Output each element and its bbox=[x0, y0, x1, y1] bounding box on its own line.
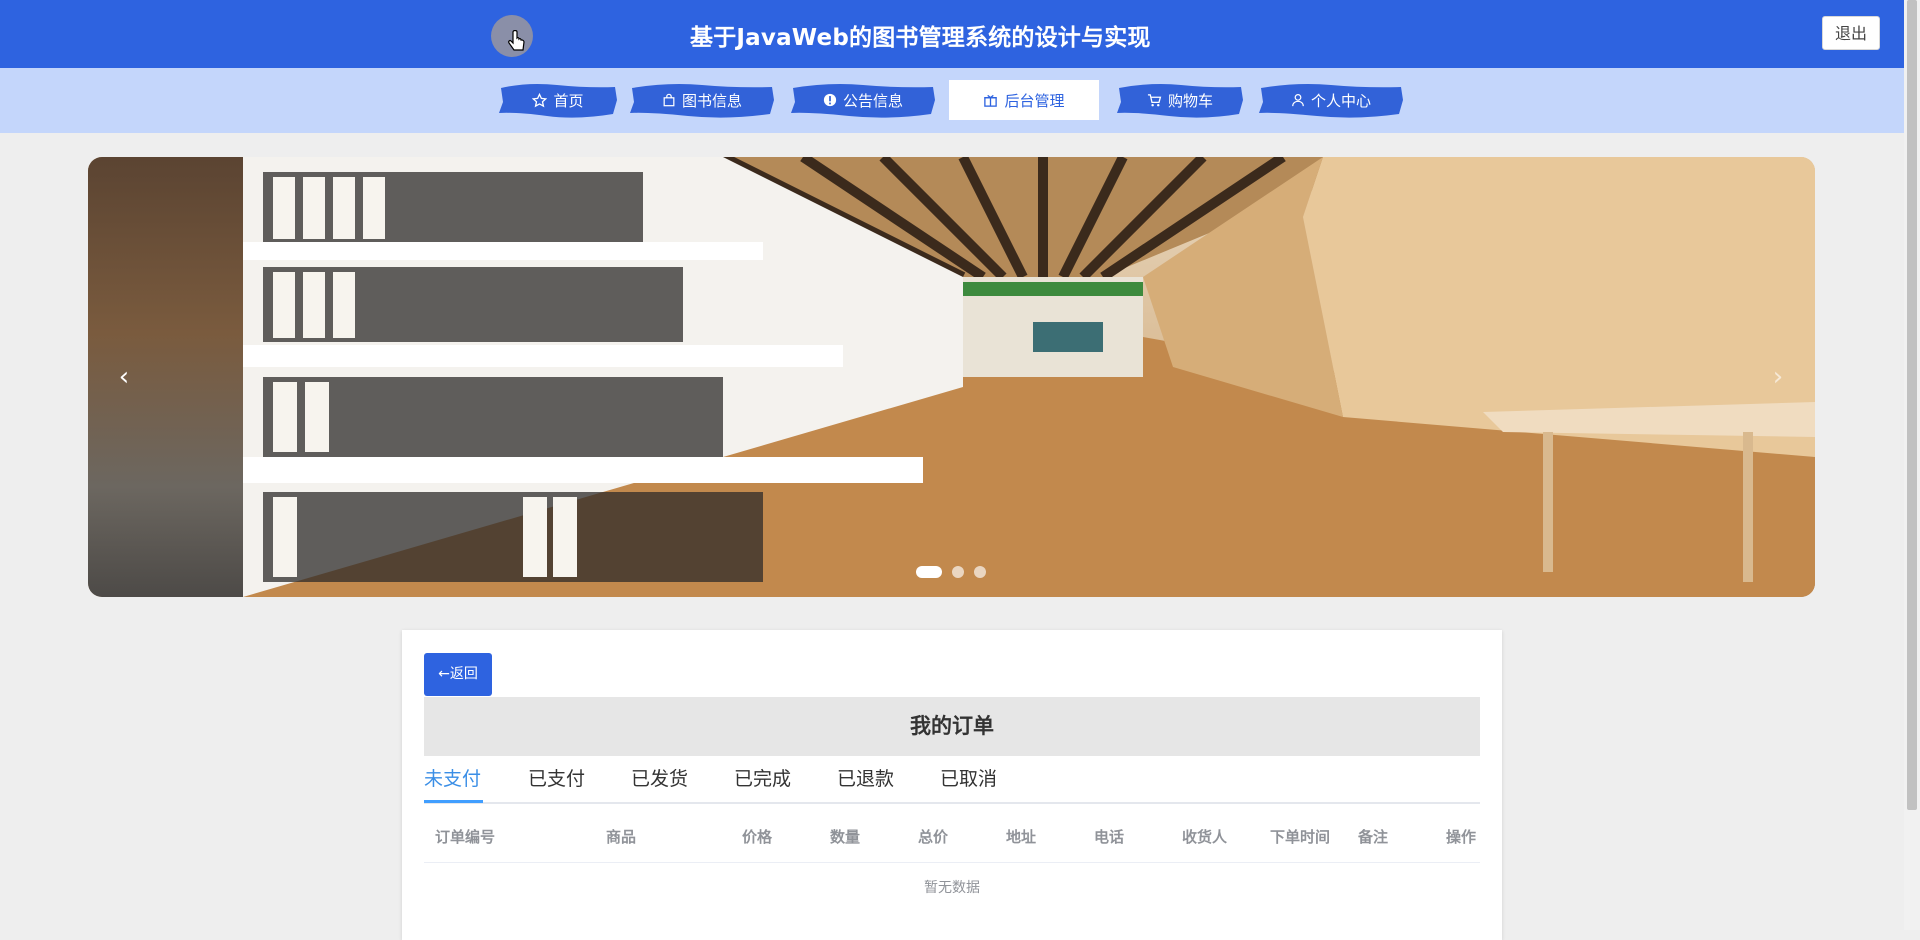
column-header: 下单时间 bbox=[1270, 828, 1331, 846]
column-header: 地址 bbox=[1006, 828, 1037, 846]
empty-table-text: 暂无数据 bbox=[924, 880, 980, 896]
orders-card: ←返回 我的订单 未支付 已支付 已发货 已完成 已退款 已取消 订单编号 商品… bbox=[402, 630, 1502, 940]
logout-button[interactable]: 退出 bbox=[1822, 16, 1880, 50]
box-icon bbox=[983, 93, 998, 108]
carousel-prev-button[interactable]: ‹ bbox=[114, 362, 134, 392]
carousel-dot[interactable] bbox=[916, 566, 942, 578]
hand-cursor-icon bbox=[508, 30, 525, 51]
main-nav: 首页 图书信息 公告信息 后台管理 购物车 个人中心 bbox=[0, 68, 1904, 133]
nav-item-profile[interactable]: 个人中心 bbox=[1257, 80, 1405, 120]
carousel-dot[interactable] bbox=[974, 566, 986, 578]
top-header: 基于JavaWeb的图书管理系统的设计与实现 ​ 退出 bbox=[0, 0, 1904, 68]
column-header: 总价 bbox=[918, 828, 949, 846]
nav-label: 图书信息 bbox=[681, 91, 742, 110]
column-header: 订单编号 bbox=[435, 828, 496, 846]
column-header: 备注 bbox=[1358, 828, 1389, 846]
column-header: 收货人 bbox=[1182, 828, 1228, 846]
nav-item-admin[interactable]: 后台管理 bbox=[949, 80, 1099, 120]
nav-label: 首页 bbox=[553, 91, 584, 110]
star-icon bbox=[532, 92, 548, 108]
column-header: 电话 bbox=[1094, 828, 1125, 846]
cart-icon bbox=[1147, 93, 1162, 108]
nav-item-notice[interactable]: 公告信息 bbox=[789, 80, 937, 120]
previous-slide-image bbox=[88, 157, 243, 597]
nav-item-home[interactable]: 首页 bbox=[497, 80, 619, 120]
page-scrollbar[interactable] bbox=[1904, 0, 1920, 930]
tab-completed[interactable]: 已完成 bbox=[734, 756, 791, 802]
tab-shipped[interactable]: 已发货 bbox=[631, 756, 688, 802]
column-header: 数量 bbox=[830, 828, 861, 846]
tab-cancelled[interactable]: 已取消 bbox=[940, 756, 997, 802]
orders-table-header: 订单编号 商品 价格 数量 总价 地址 电话 收货人 下单时间 备注 操作 bbox=[424, 812, 1480, 863]
nav-item-books[interactable]: 图书信息 bbox=[628, 80, 776, 120]
tab-paid[interactable]: 已支付 bbox=[528, 756, 585, 802]
column-header: 商品 bbox=[606, 828, 637, 846]
site-title: 基于JavaWeb的图书管理系统的设计与实现 bbox=[690, 25, 1151, 51]
bag-icon bbox=[662, 93, 676, 107]
carousel-dot[interactable] bbox=[952, 566, 964, 578]
user-icon bbox=[1291, 93, 1305, 107]
nav-label: 个人中心 bbox=[1310, 91, 1371, 110]
library-slide-image bbox=[243, 157, 1815, 597]
username[interactable]: ​ bbox=[1782, 25, 1810, 39]
banner-carousel[interactable]: ‹ › bbox=[88, 157, 1815, 597]
tab-unpaid[interactable]: 未支付 bbox=[424, 756, 481, 802]
carousel-indicators bbox=[916, 566, 986, 578]
nav-label: 后台管理 bbox=[1004, 91, 1065, 110]
info-icon bbox=[823, 93, 837, 107]
scrollbar-thumb[interactable] bbox=[1907, 0, 1917, 810]
active-tab-indicator bbox=[424, 800, 483, 803]
nav-item-cart[interactable]: 购物车 bbox=[1115, 80, 1245, 120]
nav-label: 购物车 bbox=[1167, 91, 1213, 110]
column-header: 价格 bbox=[742, 828, 773, 846]
order-status-tabs: 未支付 已支付 已发货 已完成 已退款 已取消 bbox=[424, 756, 1480, 804]
page-title: 我的订单 bbox=[424, 697, 1480, 756]
carousel-next-button[interactable]: › bbox=[1768, 362, 1788, 392]
back-button[interactable]: ←返回 bbox=[424, 653, 492, 696]
nav-label: 公告信息 bbox=[842, 91, 903, 110]
tab-refunded[interactable]: 已退款 bbox=[837, 756, 894, 802]
column-header: 操作 bbox=[1446, 828, 1477, 846]
